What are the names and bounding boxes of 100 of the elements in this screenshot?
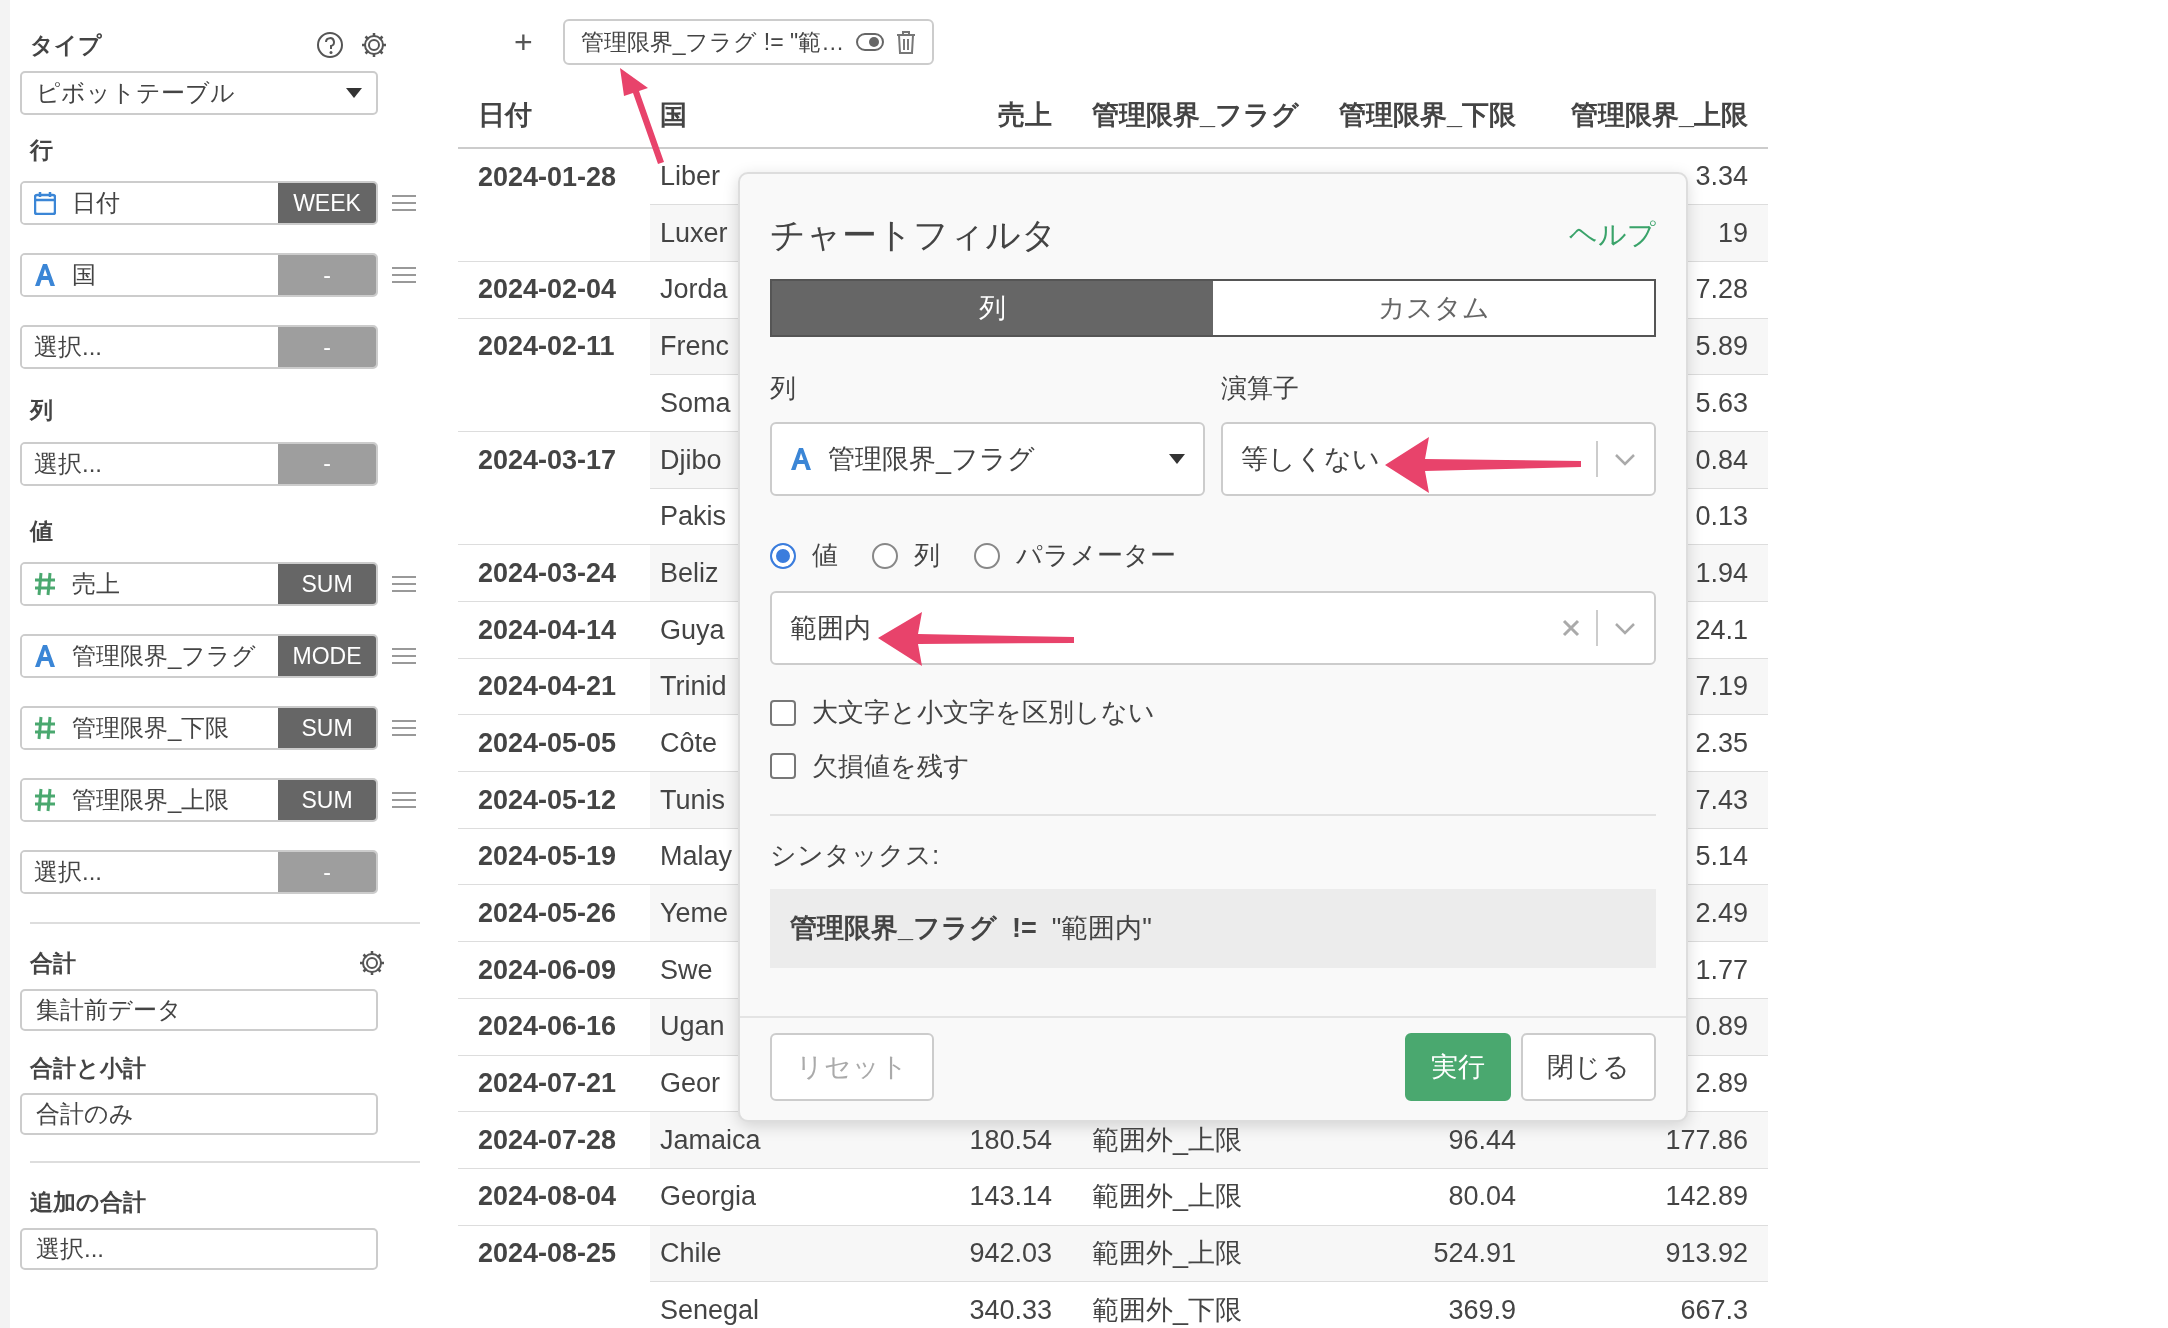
value-select[interactable]: 範囲内	[770, 591, 1656, 666]
table-cell: 3.34	[1695, 161, 1748, 192]
date-cell: 2024-06-09	[478, 954, 617, 985]
syntax-text: 管理限界_フラグ != "範囲内"	[770, 888, 1656, 968]
checkbox-label: 欠損値を残す	[812, 750, 970, 782]
table-cell: 7.43	[1695, 784, 1748, 815]
extra-total-field[interactable]: 選択...	[20, 1227, 378, 1270]
table-cell: 5.14	[1695, 841, 1748, 872]
table-cell: 2.49	[1695, 898, 1748, 929]
table-cell: 2.89	[1695, 1068, 1748, 1099]
checkbox-label: 大文字と小文字を区別しない	[812, 697, 1155, 729]
type-label: タイプ	[29, 31, 102, 60]
column-header: 管理限界_上限	[1530, 84, 1768, 148]
extra-total-label: 追加の合計	[29, 1188, 146, 1217]
column-select[interactable]: 管理限界_フラグ	[770, 422, 1205, 497]
table-cell: Chile	[660, 1238, 722, 1269]
table-cell: Guya	[660, 614, 725, 645]
operator-label: 演算子	[1221, 373, 1300, 405]
table-cell: 19	[1717, 217, 1748, 248]
column-header: 売上	[880, 84, 1060, 148]
table-cell: 7.19	[1695, 671, 1748, 702]
table-cell: 5.89	[1695, 331, 1748, 362]
add-filter-button[interactable]: +	[508, 17, 539, 67]
syntax-label: シンタックス:	[770, 839, 941, 871]
column-label: 列	[770, 373, 797, 405]
table-cell: Malay	[660, 841, 733, 872]
type-select[interactable]: ピボットテーブル	[20, 70, 378, 115]
table-cell: 143.14	[969, 1181, 1052, 1212]
checkbox[interactable]	[770, 753, 796, 780]
radio-button[interactable]	[974, 542, 1000, 569]
table-cell: 範囲外_上限	[1092, 1238, 1243, 1269]
table-cell: Soma	[660, 387, 731, 418]
checkbox[interactable]	[770, 699, 796, 726]
text-type-icon	[790, 447, 812, 472]
radio-button[interactable]	[770, 542, 796, 569]
table-cell: 24.1	[1695, 614, 1748, 645]
date-cell: 2024-02-04	[478, 274, 617, 305]
table-cell: 0.84	[1695, 444, 1748, 475]
table-cell: 942.03	[969, 1238, 1052, 1269]
table-cell: Geor	[660, 1068, 721, 1099]
clear-icon	[1562, 619, 1580, 638]
caret-icon	[346, 87, 362, 98]
table-cell: 80.04	[1448, 1181, 1516, 1212]
settings-icon	[360, 31, 388, 60]
tab[interactable]: カスタム	[1213, 281, 1654, 335]
table-cell: 2.35	[1695, 727, 1748, 758]
radio-button[interactable]	[872, 542, 898, 569]
table-cell: Tunis	[660, 784, 726, 815]
total-label: 合計	[29, 949, 76, 978]
dialog-title: チャートフィルタ	[770, 214, 1057, 256]
table-cell: 0.13	[1695, 501, 1748, 532]
table-cell: 範囲外_上限	[1092, 1124, 1243, 1155]
table-cell: 96.44	[1448, 1124, 1516, 1155]
close-button[interactable]: 閉じる	[1521, 1032, 1656, 1101]
date-cell: 2024-04-14	[478, 614, 617, 645]
filter-chip[interactable]: 管理限界_フラグ != "範…	[562, 19, 935, 65]
table-cell: Beliz	[660, 557, 719, 588]
table-cell: Liber	[660, 161, 721, 192]
table-cell: 0.89	[1695, 1011, 1748, 1042]
section-label: 列	[28, 396, 54, 425]
table-cell: Luxer	[660, 217, 728, 248]
date-cell: 2024-08-25	[478, 1238, 617, 1269]
date-cell: 2024-05-12	[478, 784, 617, 815]
table-cell: 180.54	[969, 1124, 1052, 1155]
radio-label: パラメーター	[1016, 540, 1176, 572]
table-cell: Trinid	[660, 671, 727, 702]
table-cell: Djibo	[660, 444, 722, 475]
help-icon	[316, 31, 344, 60]
date-cell: 2024-05-19	[478, 841, 617, 872]
table-cell: 5.63	[1695, 387, 1748, 418]
date-cell: 2024-05-26	[478, 898, 617, 929]
table-cell: Georgia	[660, 1181, 757, 1212]
date-cell: 2024-08-04	[478, 1181, 617, 1212]
column-header: 管理限界_下限	[1320, 84, 1530, 148]
table-cell: 範囲外_上限	[1092, 1181, 1243, 1212]
date-cell: 2024-03-17	[478, 444, 617, 475]
date-cell: 2024-01-28	[478, 161, 617, 192]
table-cell: 369.9	[1448, 1295, 1516, 1326]
date-cell: 2024-02-11	[478, 331, 615, 362]
table-cell: 1.94	[1695, 557, 1748, 588]
table-cell: Côte	[660, 727, 718, 758]
table-cell: 1.77	[1695, 954, 1748, 985]
table-cell: Yeme	[660, 898, 729, 929]
table-cell: 範囲外_下限	[1092, 1295, 1243, 1326]
total-field[interactable]: 集計前データ	[20, 988, 378, 1031]
settings-icon	[358, 949, 386, 978]
operator-select[interactable]: 等しくない	[1221, 422, 1656, 497]
table-cell: 340.33	[969, 1295, 1052, 1326]
date-cell: 2024-06-16	[478, 1011, 617, 1042]
chevron-down-icon	[1614, 621, 1636, 635]
chevron-down-icon	[1614, 452, 1636, 466]
tab[interactable]: 列	[772, 281, 1213, 335]
subtotal-field[interactable]: 合計のみ	[20, 1093, 378, 1135]
table-cell: Ugan	[660, 1011, 725, 1042]
column-header: 管理限界_フラグ	[1060, 84, 1320, 148]
date-cell: 2024-07-21	[478, 1068, 617, 1099]
table-cell: Frenc	[660, 331, 730, 362]
subtotal-label: 合計と小計	[29, 1053, 146, 1083]
section-label: 行	[28, 135, 54, 165]
date-cell: 2024-04-21	[478, 671, 617, 702]
